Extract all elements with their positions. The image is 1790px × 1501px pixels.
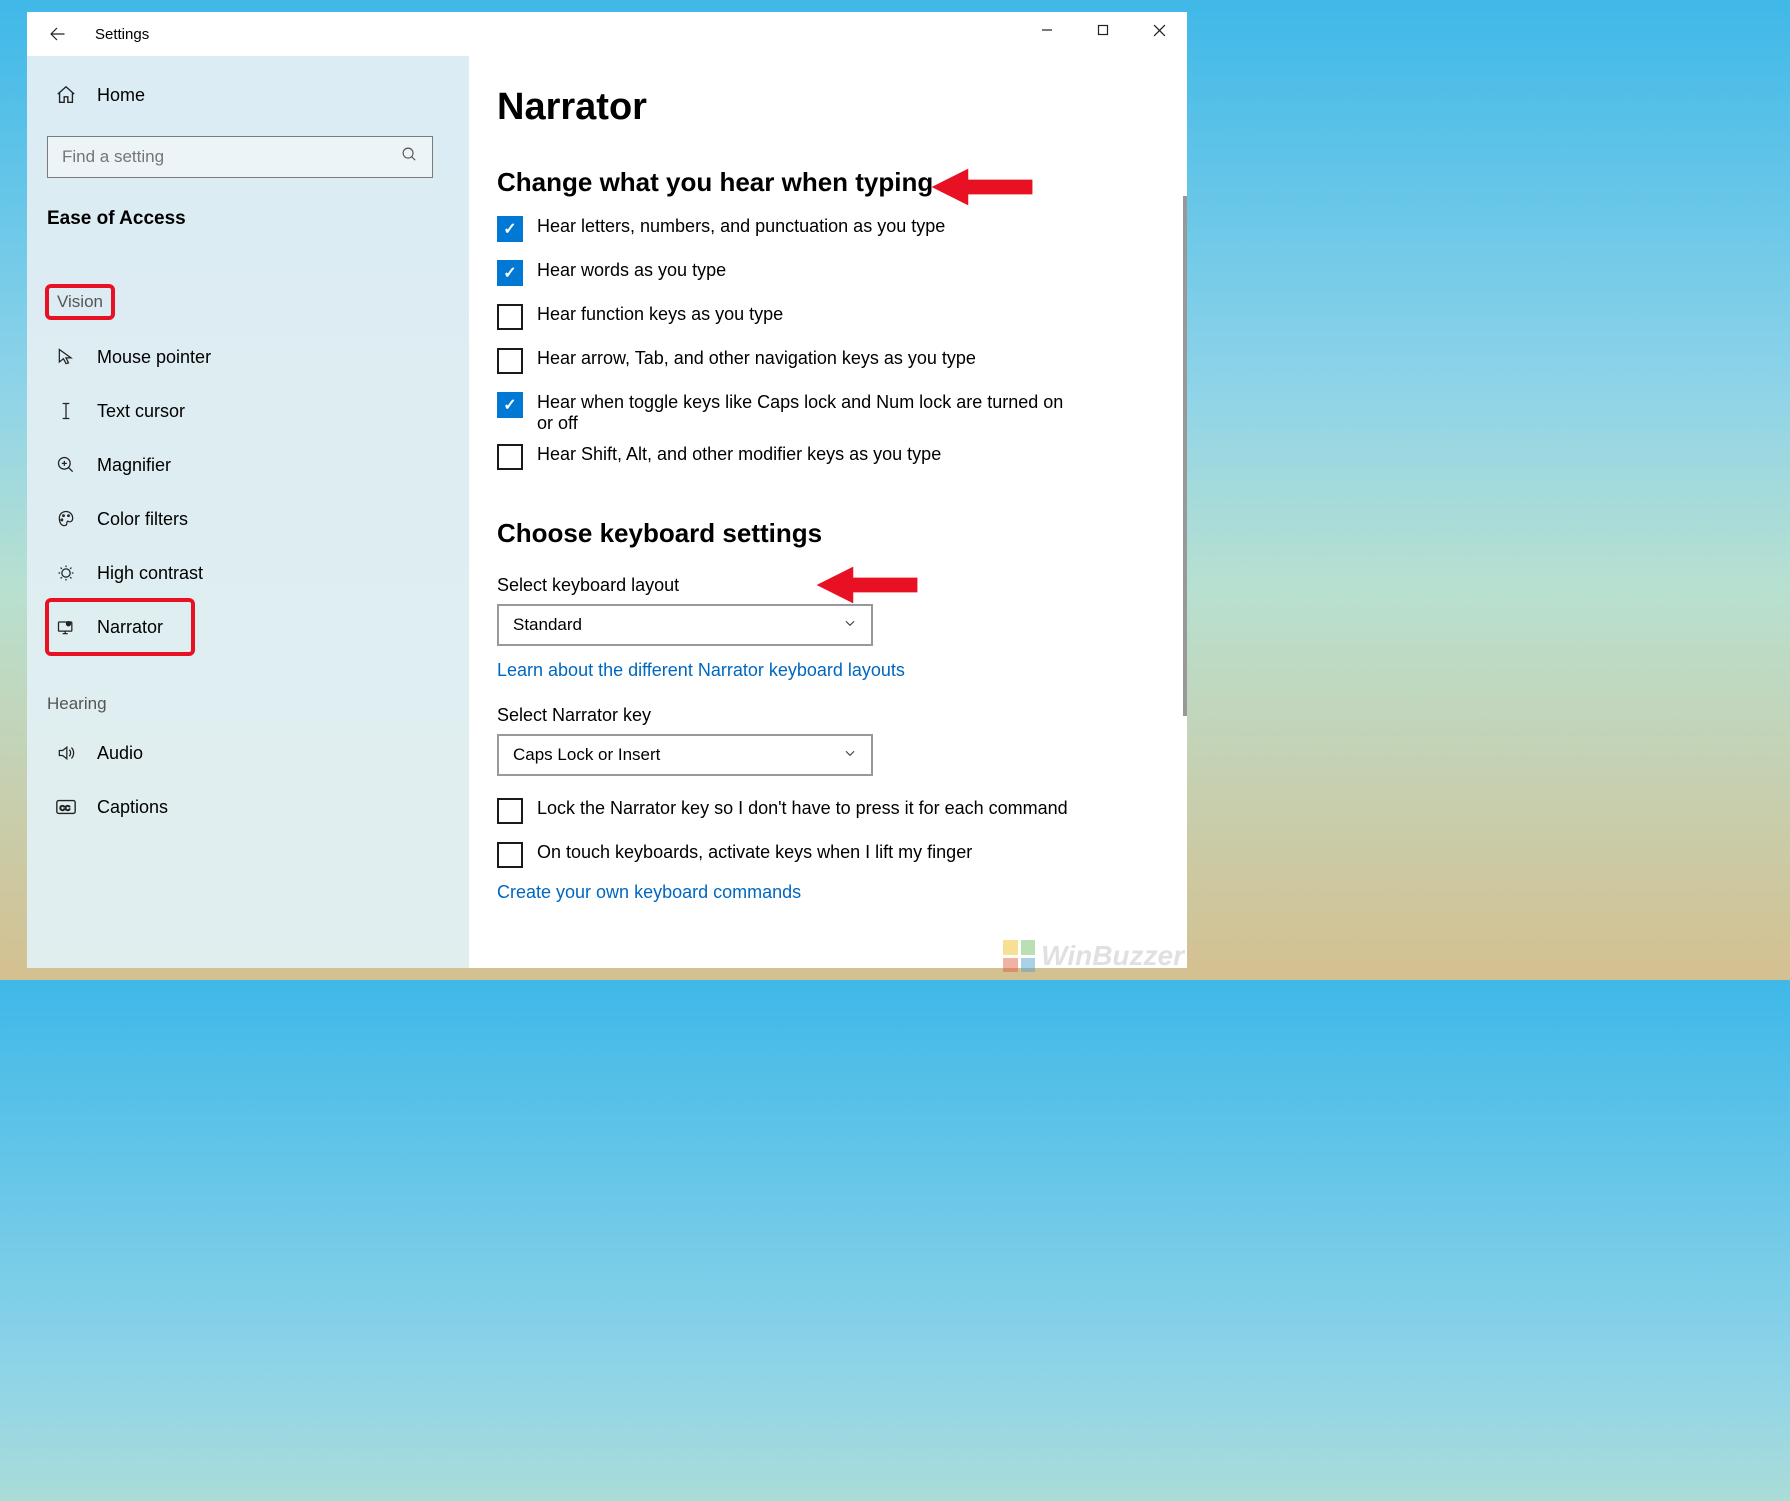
checkbox-label: Lock the Narrator key so I don't have to…: [537, 798, 1068, 819]
sidebar-item-narrator[interactable]: Narrator: [47, 600, 193, 654]
sidebar-item-color-filters[interactable]: Color filters: [47, 492, 433, 546]
high-contrast-icon: [55, 562, 77, 584]
narrator-key-label: Select Narrator key: [497, 705, 1159, 726]
sidebar-item-label: Text cursor: [97, 401, 185, 422]
checkbox-label: Hear words as you type: [537, 260, 726, 281]
magnifier-icon: [55, 454, 77, 476]
content-pane: Narrator Change what you hear when typin…: [469, 56, 1187, 968]
sidebar-item-label: Narrator: [97, 617, 163, 638]
sidebar-item-audio[interactable]: Audio: [47, 726, 433, 780]
checkbox-hear-nav-keys[interactable]: [497, 348, 523, 374]
checkbox-label: Hear Shift, Alt, and other modifier keys…: [537, 444, 941, 465]
dropdown-value: Caps Lock or Insert: [513, 745, 660, 765]
settings-window: Settings Home: [27, 12, 1187, 968]
search-field[interactable]: [62, 147, 401, 167]
sidebar-item-label: Audio: [97, 743, 143, 764]
checkbox-row: Hear words as you type: [497, 260, 1159, 286]
checkbox-label: Hear letters, numbers, and punctuation a…: [537, 216, 945, 237]
category-title: Ease of Access: [47, 208, 433, 230]
titlebar: Settings: [27, 12, 1187, 56]
checkbox-row: Hear when toggle keys like Caps lock and…: [497, 392, 1159, 434]
window-controls: [1019, 12, 1187, 48]
home-label: Home: [97, 85, 145, 106]
sidebar-item-high-contrast[interactable]: High contrast: [47, 546, 433, 600]
sidebar-item-magnifier[interactable]: Magnifier: [47, 438, 433, 492]
keyboard-layout-label: Select keyboard layout: [497, 575, 1159, 596]
checkbox-row: Hear Shift, Alt, and other modifier keys…: [497, 444, 1159, 470]
color-filters-icon: [55, 508, 77, 530]
search-input[interactable]: [47, 136, 433, 178]
back-button[interactable]: [35, 12, 79, 56]
close-button[interactable]: [1131, 12, 1187, 48]
checkbox-label: On touch keyboards, activate keys when I…: [537, 842, 972, 863]
back-arrow-icon: [48, 25, 66, 43]
dropdown-value: Standard: [513, 615, 582, 635]
sidebar-item-captions[interactable]: CC Captions: [47, 780, 433, 834]
home-icon: [55, 84, 77, 106]
chevron-down-icon: [843, 615, 857, 635]
sidebar-item-label: High contrast: [97, 563, 203, 584]
link-keyboard-commands[interactable]: Create your own keyboard commands: [497, 882, 801, 903]
checkbox-row: Hear arrow, Tab, and other navigation ke…: [497, 348, 1159, 374]
checkbox-hear-function-keys[interactable]: [497, 304, 523, 330]
section-title-keyboard: Choose keyboard settings: [497, 518, 1159, 549]
minimize-button[interactable]: [1019, 12, 1075, 48]
checkbox-label: Hear arrow, Tab, and other navigation ke…: [537, 348, 976, 369]
window-title: Settings: [95, 26, 149, 43]
minimize-icon: [1041, 24, 1053, 36]
sidebar-item-label: Magnifier: [97, 455, 171, 476]
sidebar-item-mouse-pointer[interactable]: Mouse pointer: [47, 330, 433, 384]
audio-icon: [55, 742, 77, 764]
scrollbar[interactable]: [1181, 116, 1187, 968]
chevron-down-icon: [843, 745, 857, 765]
maximize-icon: [1097, 24, 1109, 36]
checkbox-label: Hear function keys as you type: [537, 304, 783, 325]
group-label-hearing: Hearing: [47, 694, 107, 714]
narrator-icon: [55, 616, 77, 638]
captions-icon: CC: [55, 796, 77, 818]
mouse-pointer-icon: [55, 346, 77, 368]
keyboard-layout-dropdown[interactable]: Standard: [497, 604, 873, 646]
sidebar-item-label: Captions: [97, 797, 168, 818]
sidebar-item-label: Mouse pointer: [97, 347, 211, 368]
section-title-typing: Change what you hear when typing: [497, 167, 1159, 198]
scrollbar-thumb[interactable]: [1183, 196, 1187, 716]
checkbox-hear-letters[interactable]: [497, 216, 523, 242]
maximize-button[interactable]: [1075, 12, 1131, 48]
checkbox-label: Hear when toggle keys like Caps lock and…: [537, 392, 1077, 434]
checkbox-hear-words[interactable]: [497, 260, 523, 286]
checkbox-hear-modifier-keys[interactable]: [497, 444, 523, 470]
home-button[interactable]: Home: [47, 72, 433, 118]
sidebar-item-label: Color filters: [97, 509, 188, 530]
narrator-key-dropdown[interactable]: Caps Lock or Insert: [497, 734, 873, 776]
checkbox-row: Hear function keys as you type: [497, 304, 1159, 330]
checkbox-touch-keyboards[interactable]: [497, 842, 523, 868]
checkbox-lock-narrator-key[interactable]: [497, 798, 523, 824]
text-cursor-icon: [55, 400, 77, 422]
sidebar: Home Ease of Access Vision Mouse pointer…: [27, 56, 469, 968]
search-icon: [401, 146, 418, 168]
checkbox-row: Hear letters, numbers, and punctuation a…: [497, 216, 1159, 242]
close-icon: [1153, 24, 1166, 37]
sidebar-item-text-cursor[interactable]: Text cursor: [47, 384, 433, 438]
page-title: Narrator: [497, 86, 1159, 129]
checkbox-row: Lock the Narrator key so I don't have to…: [497, 798, 1159, 824]
checkbox-row: On touch keyboards, activate keys when I…: [497, 842, 1159, 868]
checkbox-hear-toggle-keys[interactable]: [497, 392, 523, 418]
link-keyboard-layouts[interactable]: Learn about the different Narrator keybo…: [497, 660, 905, 681]
svg-text:CC: CC: [60, 804, 71, 813]
group-label-vision: Vision: [47, 286, 113, 318]
